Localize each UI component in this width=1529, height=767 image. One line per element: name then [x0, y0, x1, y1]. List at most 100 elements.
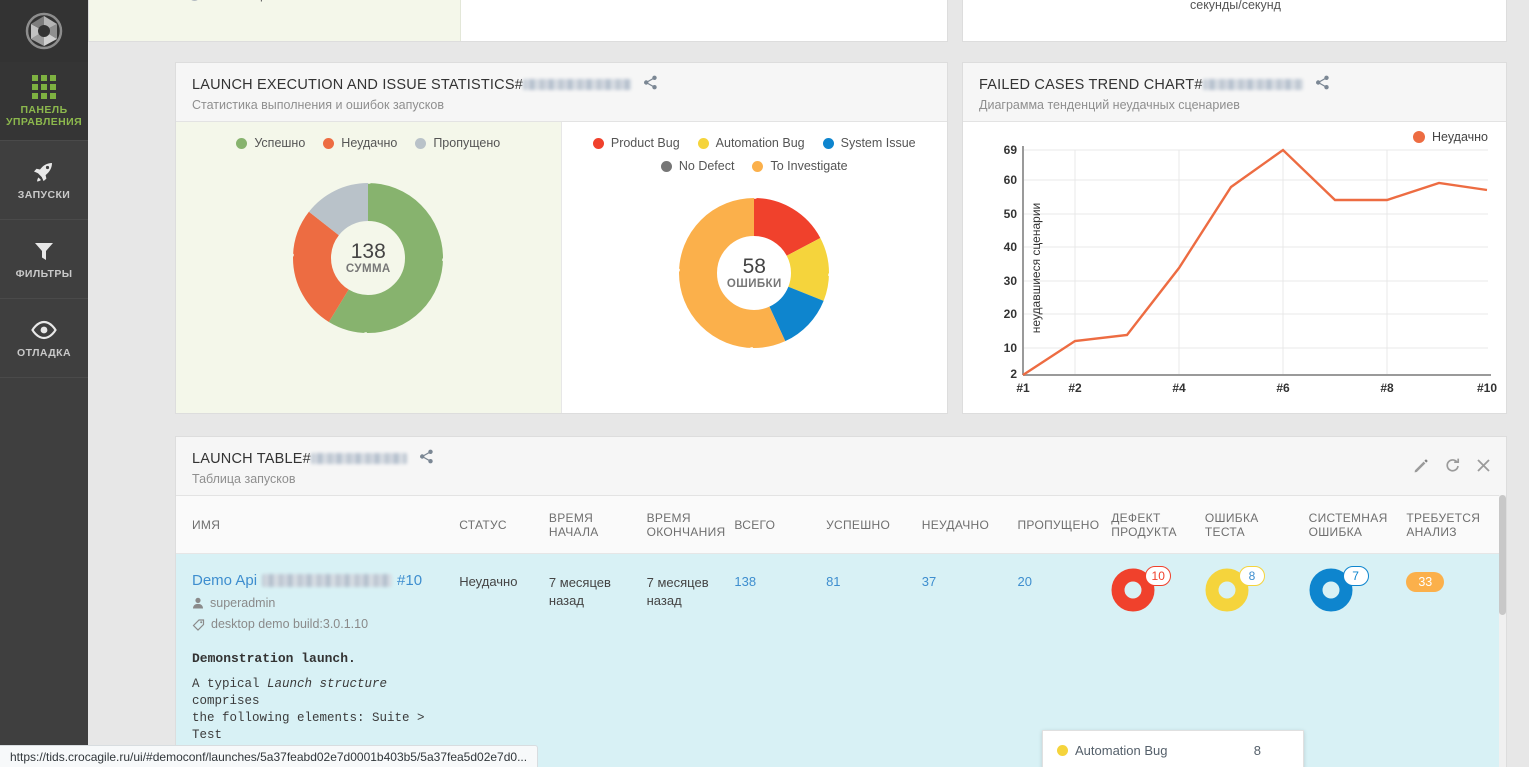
svg-text:50: 50	[1004, 207, 1018, 221]
trend-chart-body[interactable]: Неудачно неудавшиеся сценарии 69 60 50 4…	[963, 122, 1506, 413]
sidebar-item-filters-label: ФИЛЬТРЫ	[15, 268, 73, 280]
row-status-value: Неудачно	[459, 574, 518, 589]
table-panel-title: LAUNCH TABLE#	[192, 450, 311, 467]
app-logo[interactable]	[0, 0, 88, 62]
sidebar-item-debug[interactable]: ОТЛАДКА	[0, 299, 88, 378]
column-header-to-investigate[interactable]: ТРЕБУЕТСЯ АНАЛИЗ	[1406, 511, 1506, 539]
legend-item-to-investigate[interactable]: To Investigate	[752, 159, 848, 173]
table-panel-header: LAUNCH TABLE# Таблица запусков	[176, 437, 1506, 496]
row-end-time-cell: 7 месяцев назад	[647, 554, 735, 767]
legend-item-automation-bug[interactable]: Automation Bug	[697, 136, 805, 150]
trend-legend-label: Неудачно	[1431, 130, 1488, 144]
row-end-time-value: 7 месяцев назад	[646, 575, 709, 608]
column-header-automation-bug[interactable]: ОШИБКА ТЕСТА	[1205, 511, 1309, 539]
user-icon	[192, 597, 204, 609]
column-header-passed[interactable]: УСПЕШНО	[826, 518, 922, 532]
refresh-icon[interactable]	[1444, 457, 1461, 474]
table-row: Demo Api #10 superadmin desktop demo bui…	[176, 554, 1506, 767]
svg-text:69: 69	[1004, 143, 1018, 157]
table-vertical-scrollbar[interactable]	[1499, 495, 1506, 767]
legend-skipped[interactable]: ПРОПУЩЕНО	[189, 0, 290, 2]
skipped-dot-icon	[415, 137, 427, 149]
legend-item-passed[interactable]: Успешно	[236, 136, 305, 150]
issue-donut-legend-row2: No Defect To Investigate	[660, 159, 848, 176]
sidebar-item-dashboard-label-2: УПРАВЛЕНИЯ	[5, 116, 83, 128]
launch-description-title: Demonstration launch.	[192, 651, 356, 666]
column-header-product-bug[interactable]: ДЕФЕКТ ПРОДУКТА	[1111, 511, 1205, 539]
issue-donut-section: Product Bug Automation Bug System Issue	[561, 122, 947, 413]
legend-to-investigate-label: To Investigate	[770, 159, 848, 173]
legend-product-bug-label: Product Bug	[610, 136, 680, 150]
pencil-icon[interactable]	[1413, 457, 1430, 474]
column-header-start-time[interactable]: ВРЕМЯ НАЧАЛА	[549, 511, 647, 539]
trend-panel-subtitle: Диаграмма тенденций неудачных сценариев	[979, 98, 1240, 112]
automation-bug-dot-icon	[697, 137, 709, 149]
sidebar-item-filters[interactable]: ФИЛЬТРЫ	[0, 220, 88, 299]
trend-panel-id-redacted	[1202, 79, 1303, 90]
column-header-name[interactable]: ИМЯ	[192, 518, 459, 532]
status-bar-url: https://tids.crocagile.ru/ui/#democonf/l…	[10, 749, 528, 764]
eye-icon	[30, 317, 58, 343]
stats-panel-subtitle: Статистика выполнения и ошибок запусков	[192, 98, 444, 112]
share-icon[interactable]	[1315, 75, 1330, 94]
browser-status-bar: https://tids.crocagile.ru/ui/#democonf/l…	[0, 745, 539, 767]
trend-series-dot-icon	[1412, 131, 1425, 143]
legend-item-product-bug[interactable]: Product Bug	[592, 136, 680, 150]
legend-skipped-label: Пропущено	[433, 136, 501, 150]
close-icon[interactable]	[1475, 457, 1492, 474]
row-total-value[interactable]: 138	[734, 554, 826, 589]
column-header-end-time[interactable]: ВРЕМЯ ОКОНЧАНИЯ	[647, 511, 735, 539]
column-header-status[interactable]: СТАТУС	[459, 518, 549, 532]
defect-tooltip: Automation Bug 8	[1042, 730, 1304, 767]
row-failed-value[interactable]: 37	[922, 554, 1018, 589]
launch-table-panel: LAUNCH TABLE# Таблица запусков ИМЯ СТАТУ…	[175, 436, 1507, 767]
execution-donut-chart[interactable]: 138 СУММА	[273, 163, 463, 353]
svg-text:10: 10	[1004, 341, 1018, 355]
row-skipped-value[interactable]: 20	[1017, 554, 1111, 589]
launch-number-text: #10	[397, 572, 423, 589]
no-defect-dot-icon	[660, 160, 672, 172]
share-icon[interactable]	[419, 449, 434, 468]
launch-name-link[interactable]: Demo Api #10	[192, 554, 459, 589]
to-investigate-badge[interactable]: 33	[1406, 572, 1445, 592]
trend-legend[interactable]: Неудачно	[1412, 130, 1488, 144]
system-issue-badge[interactable]: 7	[1342, 566, 1369, 586]
skipped-dot-icon	[189, 0, 200, 1]
product-bug-badge[interactable]: 10	[1145, 566, 1172, 586]
row-system-issue-cell[interactable]: 7	[1309, 554, 1407, 767]
row-passed-value[interactable]: 81	[826, 554, 922, 589]
desc-line-2: the following elements: Suite > Test	[192, 711, 425, 742]
share-icon[interactable]	[643, 75, 658, 94]
svg-text:#8: #8	[1380, 381, 1394, 395]
legend-item-skipped[interactable]: Пропущено	[415, 136, 500, 150]
legend-item-failed[interactable]: Неудачно	[323, 136, 397, 150]
legend-no-defect-label: No Defect	[678, 159, 735, 173]
duration-axis-label: секунды/секунд	[1190, 0, 1281, 12]
legend-item-no-defect[interactable]: No Defect	[660, 159, 735, 173]
tooltip-value: 8	[1253, 742, 1261, 758]
legend-item-system-issue[interactable]: System Issue	[822, 136, 916, 150]
trend-chart-svg: 69 60 50 40 30 20 10 2 #1 #2 #4 #6 #8 #1…	[1004, 143, 1498, 395]
failed-dot-icon	[323, 137, 335, 149]
column-header-failed[interactable]: НЕУДАЧНО	[922, 518, 1018, 532]
issue-donut-legend-row1: Product Bug Automation Bug System Issue	[592, 136, 916, 153]
svg-text:30: 30	[1004, 274, 1018, 288]
trend-y-axis-label: неудавшиеся сценарии	[1029, 202, 1044, 333]
issue-donut-chart[interactable]: 58 ОШИБКИ	[659, 178, 849, 368]
row-start-time-value: 7 месяцев назад	[548, 575, 611, 608]
sidebar-item-launches[interactable]: ЗАПУСКИ	[0, 141, 88, 220]
column-header-skipped[interactable]: ПРОПУЩЕНО	[1017, 518, 1111, 532]
sidebar-item-dashboard[interactable]: ПАНЕЛЬ УПРАВЛЕНИЯ	[0, 62, 88, 141]
column-header-system-issue[interactable]: СИСТЕМНАЯ ОШИБКА	[1309, 511, 1407, 539]
row-passed-cell: 81	[826, 554, 922, 767]
app-root: ПАНЕЛЬ УПРАВЛЕНИЯ ЗАПУСКИ ФИЛЬТРЫ ОТЛАДК…	[0, 0, 1529, 767]
row-to-investigate-cell[interactable]: 33	[1406, 554, 1506, 767]
automation-bug-badge[interactable]: 8	[1238, 566, 1265, 586]
column-header-total[interactable]: ВСЕГО	[734, 518, 826, 532]
sidebar: ПАНЕЛЬ УПРАВЛЕНИЯ ЗАПУСКИ ФИЛЬТРЫ ОТЛАДК…	[0, 0, 88, 767]
grid-icon	[32, 74, 56, 100]
table-panel-actions	[1413, 457, 1492, 474]
svg-text:60: 60	[1004, 173, 1018, 187]
main-content: ПРОПУЩЕНО To Investigate 0.00 1.00 2.00 …	[88, 0, 1529, 767]
launch-owner: superadmin	[192, 596, 459, 610]
